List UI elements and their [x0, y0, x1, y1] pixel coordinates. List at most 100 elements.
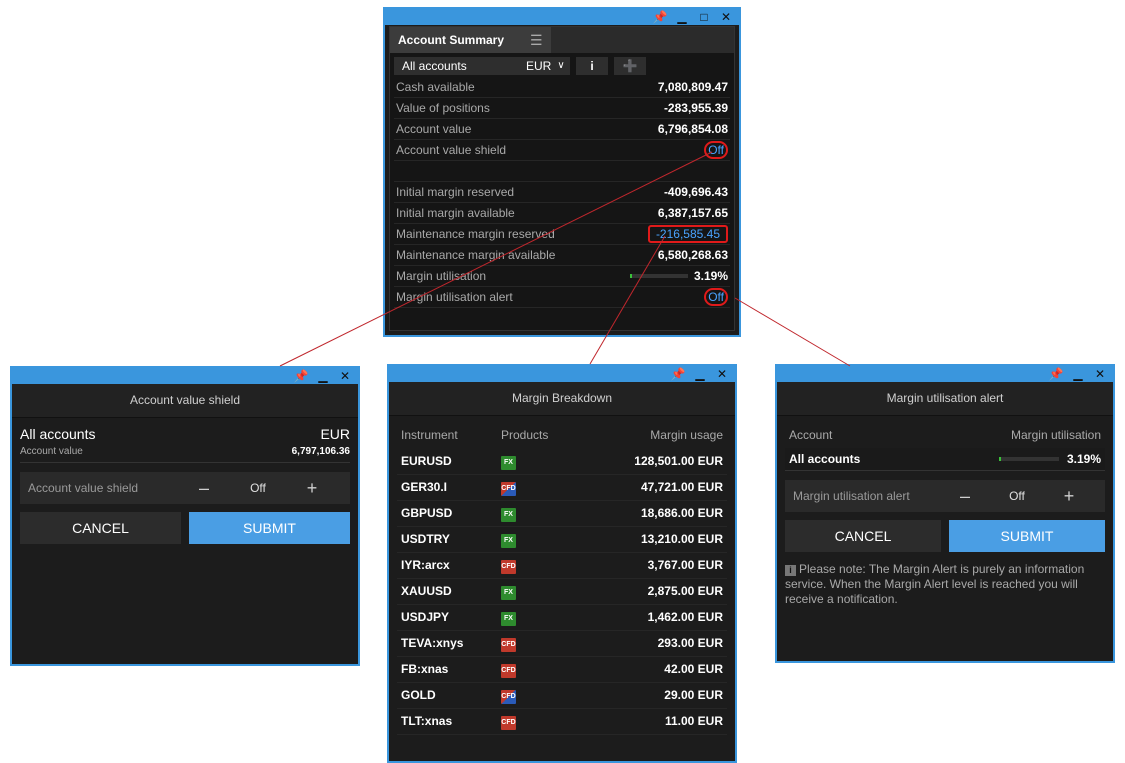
close-icon[interactable]: ✕ — [1093, 367, 1107, 381]
table-row[interactable]: EURUSD FX 128,501.00 EUR — [397, 448, 727, 475]
close-icon[interactable]: ✕ — [338, 369, 352, 383]
decrement-button[interactable]: – — [953, 486, 977, 507]
account-select-value: All accounts — [402, 59, 467, 73]
alert-note: i Please note: The Margin Alert is purely… — [785, 562, 1103, 607]
tab-bar: Account Summary ☰ — [390, 27, 734, 53]
submit-button[interactable]: SUBMIT — [189, 512, 350, 544]
margin-usage-cell: 13,210.00 EUR — [640, 532, 723, 546]
account-value: 6,797,106.36 — [291, 446, 350, 457]
submit-button[interactable]: SUBMIT — [949, 520, 1105, 552]
row-initial-margin-available: Initial margin available 6,387,157.65 — [394, 203, 730, 224]
instrument-cell: IYR:arcx — [401, 558, 450, 572]
minimize-icon[interactable]: ▁ — [316, 369, 330, 383]
table-row[interactable]: TLT:xnas CFD 11.00 EUR — [397, 708, 727, 735]
row-value: 3.19% — [693, 269, 728, 283]
margin-alert-stepper: Margin utilisation alert – Off + — [785, 480, 1105, 512]
account-value-shield-dialog: 📌 ▁ ✕ Account value shield All accounts … — [10, 366, 360, 666]
note-text: Please note: The Margin Alert is purely … — [785, 562, 1085, 606]
row-label: Value of positions — [396, 101, 490, 115]
pin-icon[interactable]: 📌 — [653, 10, 668, 24]
margin-usage-cell: 293.00 EUR — [657, 636, 723, 650]
dialog-title: Margin Breakdown — [389, 382, 735, 416]
account-name: All accounts — [20, 426, 96, 442]
minimize-icon[interactable]: ▁ — [675, 10, 689, 24]
account-header: All accounts EUR — [20, 426, 350, 444]
table-row[interactable]: GER30.I CFD 47,721.00 EUR — [397, 474, 727, 501]
account-summary-panel: Account Summary ☰ All accounts EUR ∨ i ➕ … — [389, 26, 735, 331]
row-value-of-positions: Value of positions -283,955.39 — [394, 98, 730, 119]
cancel-button[interactable]: CANCEL — [20, 512, 181, 544]
row-value: 6,796,854.08 — [657, 122, 728, 136]
margin-usage-cell: 2,875.00 EUR — [647, 584, 723, 598]
tab-label: Account Summary — [398, 33, 505, 47]
col-instrument: Instrument — [401, 428, 458, 442]
currency-select[interactable]: EUR ∨ — [518, 57, 570, 75]
row-label: Initial margin reserved — [396, 185, 515, 199]
tab-account-summary[interactable]: Account Summary ☰ — [390, 27, 551, 53]
margin-usage-cell: 18,686.00 EUR — [640, 506, 723, 520]
col-margin-usage: Margin usage — [650, 428, 723, 442]
product-badge-icon: FX — [501, 611, 516, 626]
row-label: Account value shield — [396, 143, 507, 157]
product-badge-icon: CFD — [501, 559, 516, 574]
hamburger-icon[interactable]: ☰ — [530, 27, 543, 53]
account-value-shield-link[interactable]: Off — [704, 141, 728, 159]
stepper-label: Margin utilisation alert — [793, 489, 910, 503]
account-select[interactable]: All accounts — [394, 57, 518, 75]
pin-icon[interactable]: 📌 — [294, 369, 309, 383]
maximize-icon[interactable]: □ — [697, 10, 711, 24]
table-row[interactable]: GOLD CFD 29.00 EUR — [397, 682, 727, 709]
dialog-title: Account value shield — [12, 384, 358, 418]
margin-utilisation-bar — [629, 274, 688, 278]
instrument-cell: GOLD — [401, 688, 436, 702]
row-label: Cash available — [396, 80, 475, 94]
account-value-shield-stepper: Account value shield – Off + — [20, 472, 350, 504]
margin-usage-cell: 47,721.00 EUR — [640, 480, 723, 494]
margin-usage-cell: 128,501.00 EUR — [634, 454, 723, 468]
table-row[interactable]: GBPUSD FX 18,686.00 EUR — [397, 500, 727, 527]
table-row[interactable]: IYR:arcx CFD 3,767.00 EUR — [397, 552, 727, 579]
toolbar: All accounts EUR ∨ i ➕ — [390, 55, 734, 77]
info-button[interactable]: i — [576, 57, 608, 75]
minimize-icon[interactable]: ▁ — [1071, 367, 1085, 381]
table-row[interactable]: TEVA:xnys CFD 293.00 EUR — [397, 630, 727, 657]
decrement-button[interactable]: – — [192, 478, 216, 499]
col-margin-utilisation: Margin utilisation — [1010, 428, 1101, 442]
product-badge-icon: FX — [501, 507, 516, 522]
chevron-down-icon: ∨ — [557, 60, 565, 71]
pin-icon[interactable]: 📌 — [1049, 367, 1064, 381]
close-icon[interactable]: ✕ — [719, 10, 733, 24]
table-row[interactable]: USDJPY FX 1,462.00 EUR — [397, 604, 727, 631]
maintenance-margin-reserved-link[interactable]: -216,585.45 — [647, 225, 728, 243]
window-titlebar: 📌 ▁ ✕ — [12, 368, 358, 384]
instrument-cell: FB:xnas — [401, 662, 449, 676]
table-row[interactable]: USDTRY FX 13,210.00 EUR — [397, 526, 727, 553]
pin-icon[interactable]: 📌 — [671, 367, 686, 381]
instrument-cell: XAUUSD — [401, 584, 452, 598]
cancel-button[interactable]: CANCEL — [785, 520, 941, 552]
minimize-icon[interactable]: ▁ — [693, 367, 707, 381]
product-badge-icon: FX — [501, 455, 516, 470]
margin-utilisation-bar — [998, 457, 1059, 461]
increment-button[interactable]: + — [300, 478, 324, 499]
table-row[interactable]: FB:xnas CFD 42.00 EUR — [397, 656, 727, 683]
margin-utilisation-fill — [998, 457, 1001, 461]
product-cell: FX — [501, 505, 581, 522]
alert-columns: Account Margin utilisation — [789, 428, 1101, 444]
row-initial-margin-reserved: Initial margin reserved -409,696.43 — [394, 182, 730, 203]
row-label: Margin utilisation alert — [396, 290, 513, 304]
account-summary-window: 📌 ▁ □ ✕ Account Summary ☰ All accounts E… — [383, 7, 741, 337]
row-maintenance-margin-available: Maintenance margin available 6,580,268.63 — [394, 245, 730, 266]
margin-usage-cell: 29.00 EUR — [664, 688, 723, 702]
increment-button[interactable]: + — [1057, 486, 1081, 507]
instrument-cell: USDTRY — [401, 532, 450, 546]
margin-alert-link[interactable]: Off — [704, 288, 728, 306]
window-titlebar: 📌 ▁ ✕ — [389, 366, 735, 382]
table-row[interactable]: XAUUSD FX 2,875.00 EUR — [397, 578, 727, 605]
add-column-button[interactable]: ➕ — [614, 57, 646, 75]
close-icon[interactable]: ✕ — [715, 367, 729, 381]
margin-usage-cell: 42.00 EUR — [664, 662, 723, 676]
summary-rows: Cash available 7,080,809.47 Value of posi… — [390, 77, 734, 308]
account-value-row: Account value 6,797,106.36 — [20, 446, 350, 463]
margin-usage-cell: 11.00 EUR — [664, 714, 723, 728]
